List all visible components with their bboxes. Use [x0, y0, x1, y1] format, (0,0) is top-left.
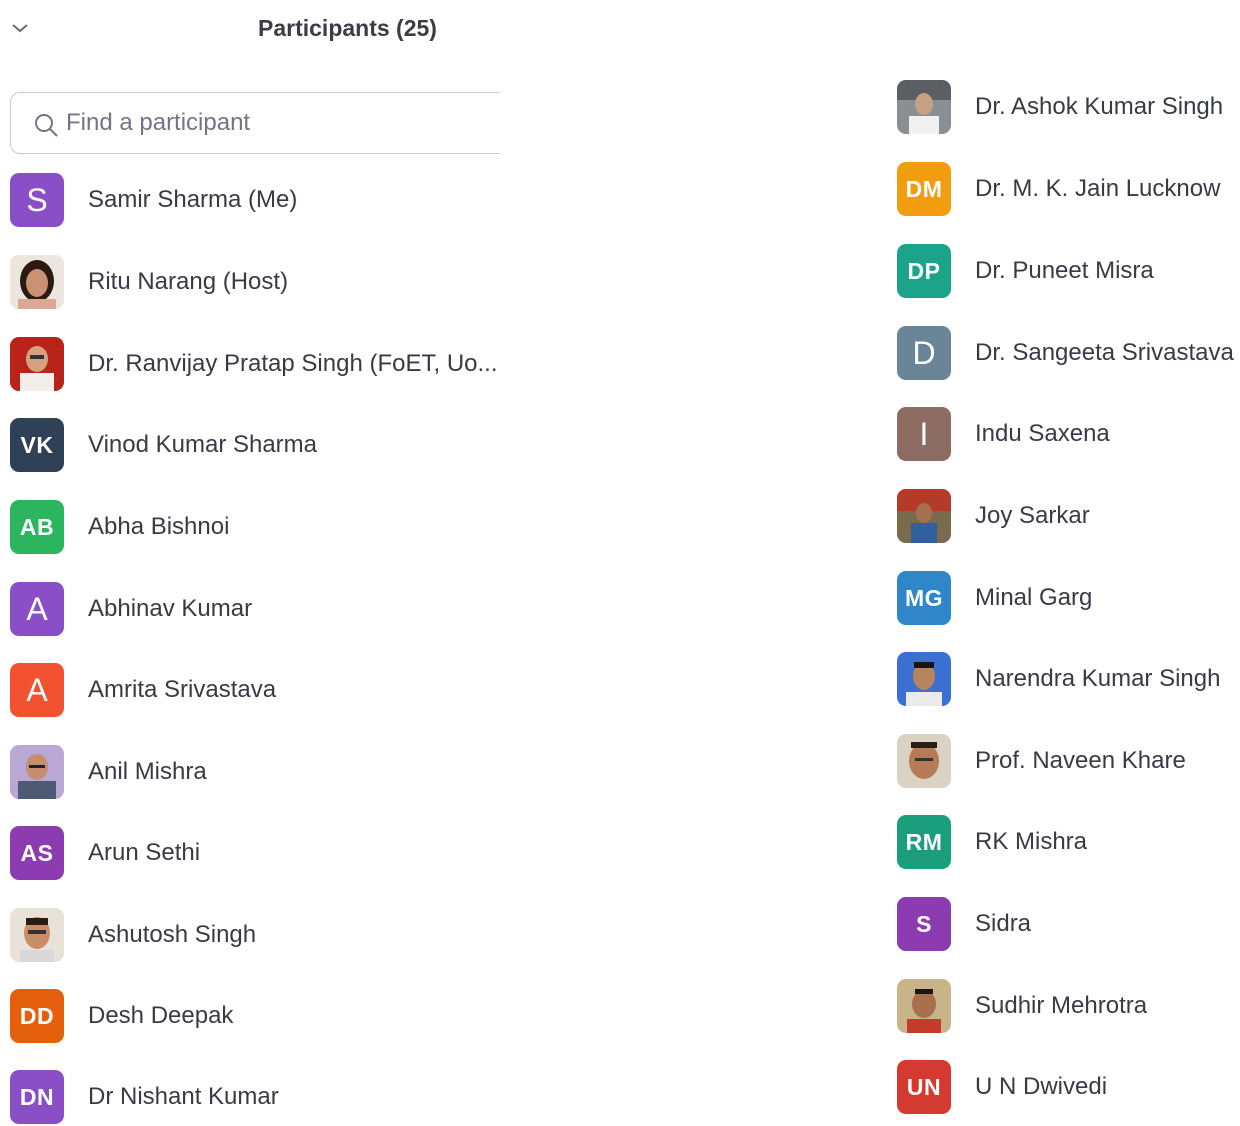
participant-row[interactable]: Ashutosh Singh — [10, 906, 256, 964]
avatar-photo — [897, 489, 951, 543]
search-icon — [35, 114, 58, 137]
participant-name: Abhinav Kumar — [88, 595, 253, 622]
avatar: AB — [10, 500, 64, 554]
participant-name: Samir Sharma (Me) — [88, 186, 298, 213]
participant-row[interactable]: Anil Mishra — [10, 743, 207, 801]
avatar: DM — [897, 162, 951, 216]
participant-name: RK Mishra — [975, 828, 1088, 855]
avatar-photo — [10, 337, 64, 391]
avatar: RM — [897, 815, 951, 869]
participant-name: Minal Garg — [975, 584, 1093, 611]
participant-row[interactable]: DN Dr Nishant Kumar — [10, 1068, 279, 1126]
participant-name: Sudhir Mehrotra — [975, 992, 1148, 1019]
participant-row[interactable]: I Indu Saxena — [897, 405, 1110, 463]
participant-row[interactable]: DD Desh Deepak — [10, 987, 233, 1045]
avatar: DN — [10, 1070, 64, 1124]
participant-name: Dr. M. K. Jain Lucknow — [975, 175, 1221, 202]
avatar: VK — [10, 418, 64, 472]
participant-name: Dr. Puneet Misra — [975, 257, 1154, 284]
avatar: AS — [10, 826, 64, 880]
participant-row[interactable]: Prof. Naveen Khare — [897, 732, 1186, 790]
participant-name: Dr. Ashok Kumar Singh — [975, 93, 1224, 120]
participant-row[interactable]: MG Minal Garg — [897, 569, 1092, 627]
avatar: D — [897, 326, 951, 380]
participant-row[interactable]: AS Arun Sethi — [10, 824, 200, 882]
participant-row[interactable]: Dr. Ashok Kumar Singh — [897, 78, 1223, 136]
participant-name: Dr. Ranvijay Pratap Singh (FoET, Uo... — [88, 350, 498, 377]
avatar-photo — [897, 979, 951, 1033]
avatar-photo — [897, 652, 951, 706]
participant-row[interactable]: Sudhir Mehrotra — [897, 977, 1147, 1035]
participant-name: Dr Nishant Kumar — [88, 1083, 279, 1110]
avatar-photo — [10, 255, 64, 309]
participant-name: Indu Saxena — [975, 420, 1110, 447]
avatar-photo — [10, 745, 64, 799]
participant-row[interactable]: S Samir Sharma (Me) — [10, 171, 297, 229]
avatar: DP — [897, 244, 951, 298]
participant-name: Amrita Srivastava — [88, 676, 277, 703]
participant-row[interactable]: AB Abha Bishnoi — [10, 498, 229, 556]
participant-name: Vinod Kumar Sharma — [88, 431, 318, 458]
participant-row[interactable]: DP Dr. Puneet Misra — [897, 242, 1154, 300]
participant-name: Abha Bishnoi — [88, 513, 230, 540]
participant-name: Prof. Naveen Khare — [975, 747, 1186, 774]
avatar: UN — [897, 1060, 951, 1114]
participant-name: Joy Sarkar — [975, 502, 1090, 529]
participant-row[interactable]: Ritu Narang (Host) — [10, 253, 288, 311]
participant-row[interactable]: A Amrita Srivastava — [10, 661, 276, 719]
participant-name: U N Dwivedi — [975, 1073, 1108, 1100]
participant-row[interactable]: D Dr. Sangeeta Srivastava — [897, 324, 1234, 382]
avatar: A — [10, 663, 64, 717]
participant-name: Sidra — [975, 910, 1032, 937]
participant-name: Dr. Sangeeta Srivastava — [975, 339, 1234, 366]
participant-name: Narendra Kumar Singh — [975, 665, 1221, 692]
participant-name: Arun Sethi — [88, 839, 201, 866]
participant-name: Ritu Narang (Host) — [88, 268, 289, 295]
participant-name: Ashutosh Singh — [88, 921, 257, 948]
avatar: A — [10, 582, 64, 636]
participant-name: Anil Mishra — [88, 758, 207, 785]
avatar-photo — [897, 80, 951, 134]
participant-row[interactable]: S Sidra — [897, 895, 1031, 953]
participant-row[interactable]: RM RK Mishra — [897, 813, 1087, 871]
avatar: I — [897, 407, 951, 461]
search-box[interactable] — [10, 92, 500, 154]
avatar-photo — [10, 908, 64, 962]
participant-row[interactable]: A Abhinav Kumar — [10, 580, 252, 638]
participant-row[interactable]: VK Vinod Kumar Sharma — [10, 416, 317, 474]
avatar-photo — [897, 734, 951, 788]
participant-row[interactable]: Narendra Kumar Singh — [897, 650, 1220, 708]
participant-row[interactable]: UN U N Dwivedi — [897, 1058, 1107, 1116]
participant-name: Desh Deepak — [88, 1002, 234, 1029]
avatar: DD — [10, 989, 64, 1043]
participant-row[interactable]: Dr. Ranvijay Pratap Singh (FoET, Uo... — [10, 335, 498, 393]
participant-row[interactable]: Joy Sarkar — [897, 487, 1090, 545]
search-input[interactable] — [66, 107, 486, 139]
avatar: MG — [897, 571, 951, 625]
avatar: S — [10, 173, 64, 227]
participant-row[interactable]: DM Dr. M. K. Jain Lucknow — [897, 160, 1220, 218]
avatar: S — [897, 897, 951, 951]
